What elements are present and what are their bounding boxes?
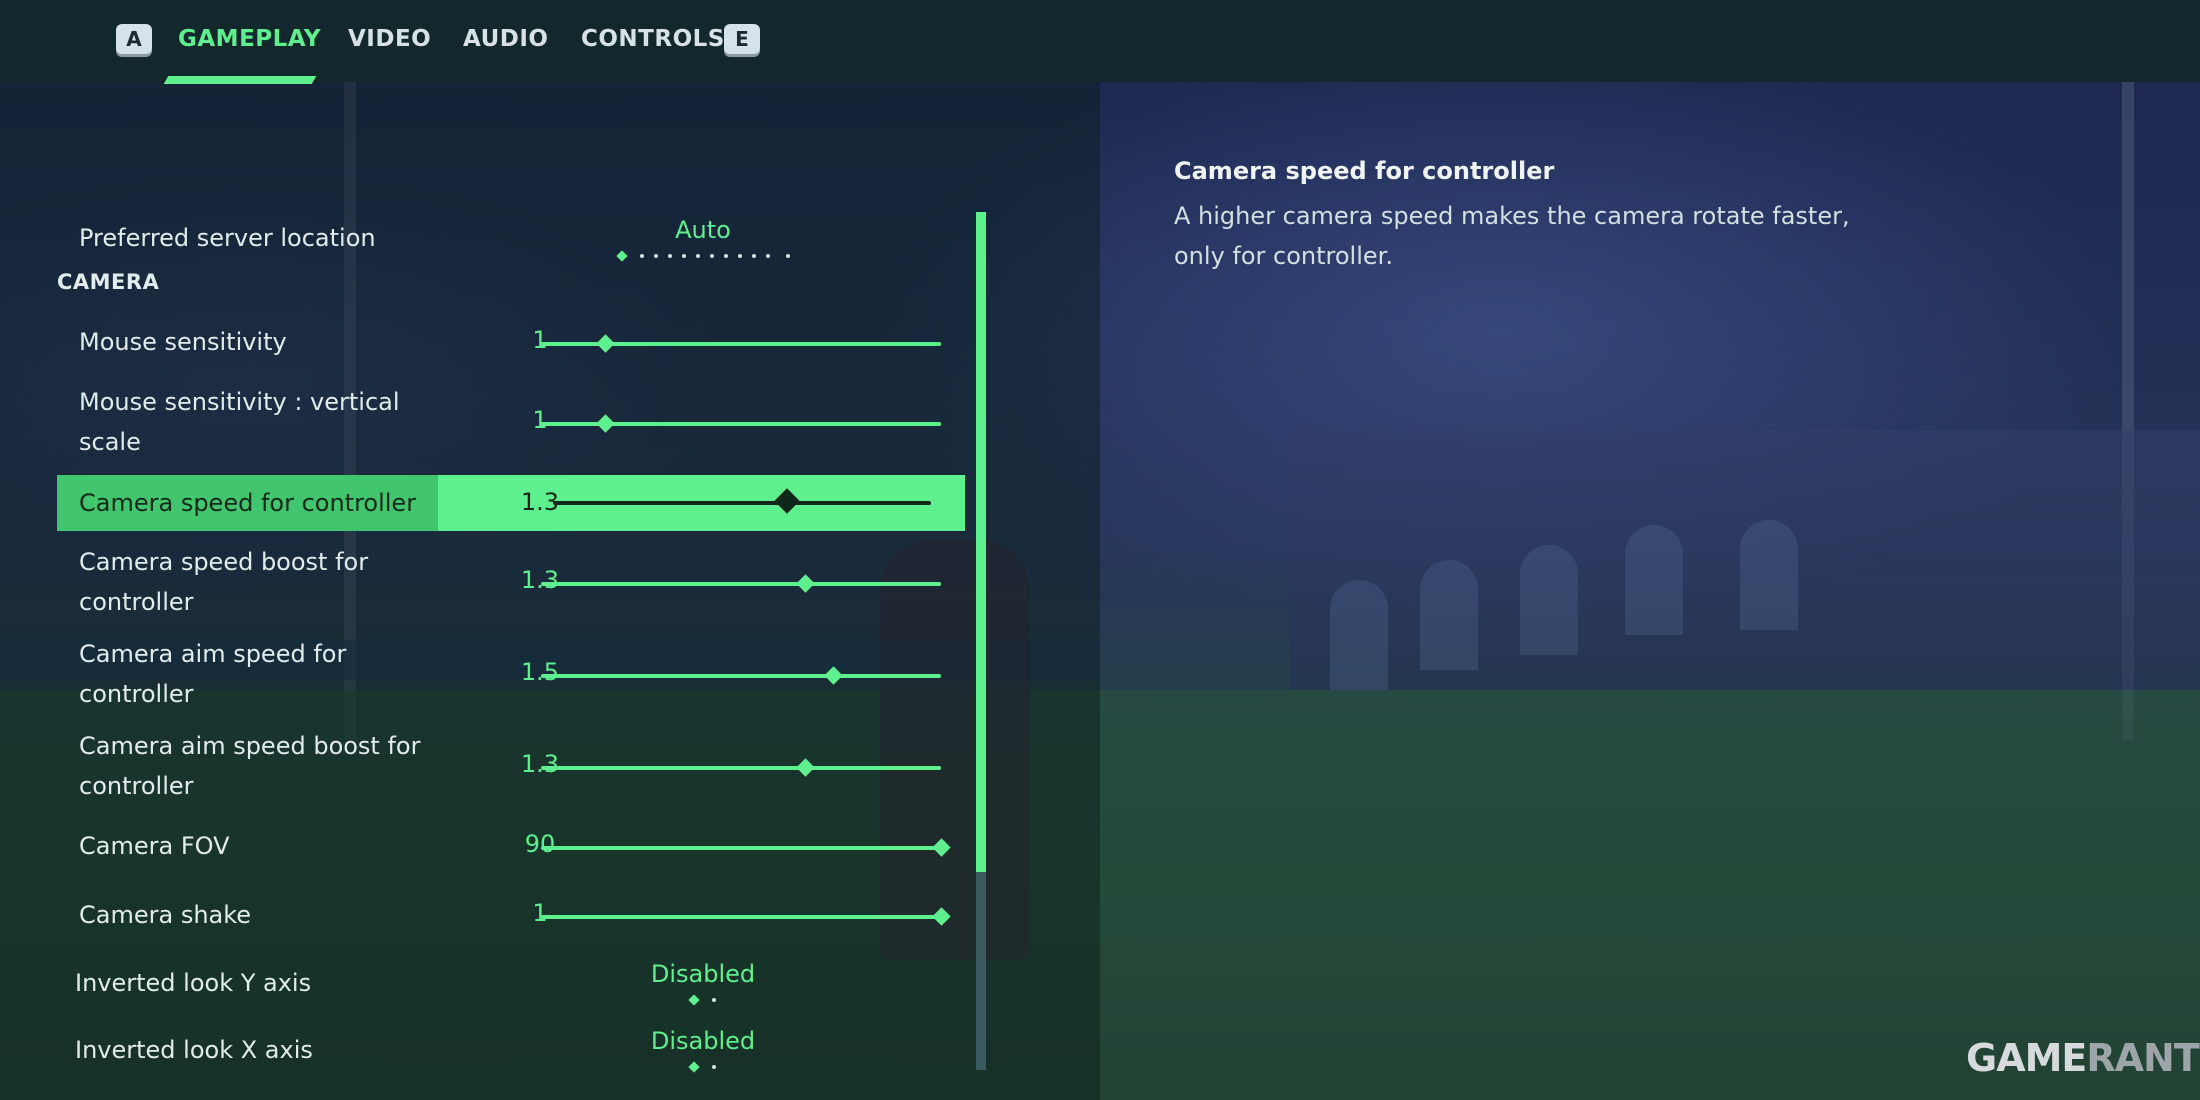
slider-track[interactable] — [541, 907, 951, 926]
gamerant-watermark-logo: GAMERANT — [1966, 1036, 2200, 1080]
setting-row-camera-aim-speed[interactable]: Camera aim speed for controller 1.5 — [57, 634, 965, 718]
slider-track[interactable] — [553, 488, 931, 514]
active-tab-indicator — [163, 76, 317, 84]
slider-thumb[interactable] — [823, 666, 843, 685]
setting-label: Inverted look Y axis — [75, 969, 312, 997]
option-dot — [712, 1065, 716, 1069]
setting-value: 1 — [532, 326, 548, 354]
server-location-value[interactable]: Auto — [603, 216, 803, 244]
inverted-x-value[interactable]: Disabled — [603, 1027, 803, 1055]
inverted-y-value[interactable]: Disabled — [603, 960, 803, 988]
next-tab-key-hint[interactable]: E — [724, 24, 760, 54]
setting-row-camera-aim-boost[interactable]: Camera aim speed boost for controller 1.… — [57, 726, 965, 810]
description-title: Camera speed for controller — [1174, 157, 1555, 185]
setting-row-inverted-x[interactable]: Inverted look X axis — [57, 1030, 965, 1074]
setting-value: 90 — [524, 830, 556, 858]
setting-label-line2: controller — [79, 588, 194, 616]
slider-track[interactable] — [541, 838, 951, 857]
tab-bar: A GAMEPLAY VIDEO AUDIO CONTROLS E — [0, 0, 2200, 84]
setting-value: 1.3 — [520, 750, 560, 778]
slider-track[interactable] — [541, 414, 941, 433]
tab-gameplay[interactable]: GAMEPLAY — [178, 26, 321, 52]
setting-value: 1 — [532, 899, 548, 927]
setting-row-mouse-sensitivity[interactable]: Mouse sensitivity 1 — [57, 322, 965, 366]
section-heading-camera: CAMERA — [57, 270, 160, 294]
setting-label-line1: Camera aim speed for — [79, 640, 347, 668]
slider-track[interactable] — [541, 334, 941, 353]
tab-audio[interactable]: AUDIO — [463, 26, 548, 52]
option-dot — [682, 254, 686, 258]
setting-label-line2: controller — [79, 680, 194, 708]
slider-track[interactable] — [541, 666, 941, 685]
slider-track[interactable] — [541, 758, 941, 777]
slider-thumb[interactable] — [795, 574, 815, 593]
option-dot — [710, 254, 714, 258]
option-dot — [786, 254, 790, 258]
setting-value: 1.3 — [520, 566, 560, 594]
option-dot — [640, 254, 644, 258]
option-dot — [738, 254, 742, 258]
setting-value: 1 — [532, 406, 548, 434]
slider-track[interactable] — [541, 574, 941, 593]
setting-label-line1: Camera aim speed boost for — [79, 732, 421, 760]
slider-thumb[interactable] — [795, 758, 815, 777]
option-dot — [668, 254, 672, 258]
slider-thumb[interactable] — [931, 838, 951, 857]
option-dot — [654, 254, 658, 258]
setting-row-camera-fov[interactable]: Camera FOV 90 — [57, 826, 965, 870]
watermark-part1: GAME — [1966, 1036, 2087, 1080]
prev-tab-key-hint[interactable]: A — [116, 24, 152, 54]
option-dot — [766, 254, 770, 258]
setting-label-line1: Camera speed boost for — [79, 548, 369, 576]
setting-row-mouse-vertical-scale[interactable]: Mouse sensitivity : vertical scale 1 — [57, 382, 965, 466]
tab-controls[interactable]: CONTROLS — [581, 26, 725, 52]
option-dot — [696, 254, 700, 258]
scrollbar-thumb[interactable] — [976, 212, 986, 872]
tab-video[interactable]: VIDEO — [348, 26, 431, 52]
setting-row-inverted-y[interactable]: Inverted look Y axis — [57, 963, 965, 1007]
setting-row-camera-shake[interactable]: Camera shake 1 — [57, 895, 965, 939]
setting-row-server-location[interactable]: Preferred server location — [57, 218, 965, 262]
setting-value: 1.5 — [520, 658, 560, 686]
setting-label: Preferred server location — [79, 224, 376, 252]
setting-label-line2: scale — [79, 428, 141, 456]
setting-row-camera-speed-selected[interactable]: Camera speed for controller 1.3 — [57, 475, 965, 531]
setting-label: Camera speed for controller — [79, 489, 417, 517]
setting-label: Inverted look X axis — [75, 1036, 313, 1064]
setting-label-line2: controller — [79, 772, 194, 800]
option-dot — [752, 254, 756, 258]
option-dot — [712, 998, 716, 1002]
setting-label-line1: Mouse sensitivity : vertical — [79, 388, 400, 416]
watermark-part2: RANT — [2086, 1036, 2199, 1080]
setting-label: Camera shake — [79, 901, 252, 929]
setting-row-camera-speed-boost[interactable]: Camera speed boost for controller 1.3 — [57, 542, 965, 626]
option-dot — [724, 254, 728, 258]
description-body: A higher camera speed makes the camera r… — [1174, 202, 1850, 270]
setting-label: Camera FOV — [79, 832, 230, 860]
slider-thumb[interactable] — [931, 907, 951, 926]
setting-label: Mouse sensitivity — [79, 328, 287, 356]
